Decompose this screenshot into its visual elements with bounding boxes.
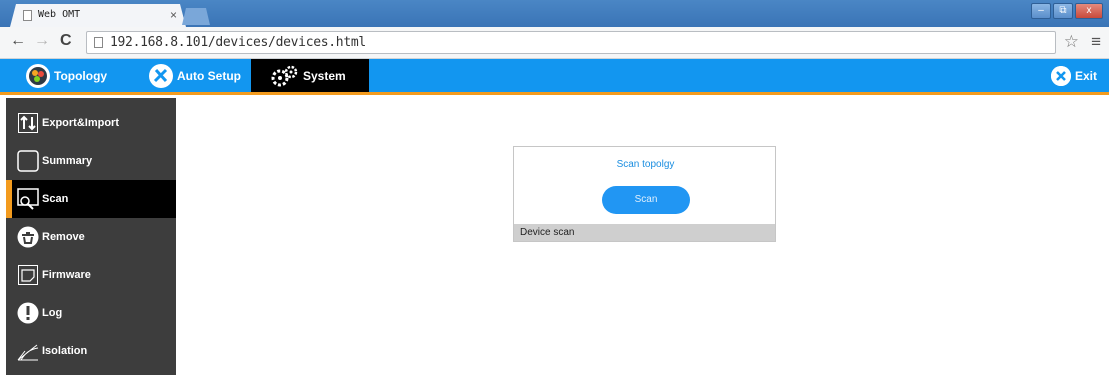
browser-tab-strip: Web OMT × – ⧉ x <box>0 0 1109 27</box>
sidebar-item-label: Log <box>42 307 63 319</box>
firmware-icon <box>16 264 40 286</box>
nav-auto-setup[interactable]: Auto Setup <box>149 59 241 92</box>
sidebar-item-isolation[interactable]: Isolation <box>6 332 176 370</box>
url-text[interactable]: 192.168.8.101/devices/devices.html <box>110 35 366 50</box>
reload-icon[interactable]: C <box>60 32 72 50</box>
sidebar-item-firmware[interactable]: Firmware <box>6 256 176 294</box>
topology-icon <box>26 63 50 88</box>
log-icon <box>16 302 40 324</box>
export-import-icon <box>16 112 40 134</box>
sidebar-item-log[interactable]: Log <box>6 294 176 332</box>
nav-topology-label: Topology <box>54 68 108 83</box>
tab-title: Web OMT <box>38 9 81 20</box>
window-controls: – ⧉ x <box>1031 3 1103 19</box>
menu-icon[interactable]: ≡ <box>1091 32 1101 52</box>
sidebar-item-summary[interactable]: Summary <box>6 142 176 180</box>
scan-panel: Scan topolgy Scan Device scan <box>513 146 776 242</box>
exit-icon <box>1050 65 1071 86</box>
scan-button[interactable]: Scan <box>602 186 690 214</box>
nav-auto-setup-label: Auto Setup <box>177 68 241 83</box>
remove-icon <box>16 226 40 248</box>
sidebar-item-label: Export&Import <box>42 117 119 129</box>
auto-setup-icon <box>149 63 173 88</box>
nav-system[interactable]: System <box>251 59 369 92</box>
isolation-icon <box>16 340 40 362</box>
app-top-bar: Topology Auto Setup System Exit <box>0 59 1109 95</box>
sidebar-item-remove[interactable]: Remove <box>6 218 176 256</box>
page-icon <box>94 37 103 48</box>
nav-topology[interactable]: Topology <box>26 59 107 92</box>
new-tab-button[interactable] <box>182 8 210 25</box>
sidebar-item-scan[interactable]: Scan <box>6 180 176 218</box>
bookmark-star-icon[interactable]: ☆ <box>1064 32 1079 52</box>
back-icon[interactable]: ← <box>10 32 26 50</box>
address-bar[interactable]: 192.168.8.101/devices/devices.html <box>86 31 1056 54</box>
maximize-button[interactable]: ⧉ <box>1053 3 1073 19</box>
sidebar: Export&Import Summary Scan Remove Firmwa… <box>6 98 176 375</box>
sidebar-item-label: Isolation <box>42 345 88 357</box>
forward-icon[interactable]: → <box>34 32 50 50</box>
summary-icon <box>16 150 40 172</box>
sidebar-item-label: Scan <box>42 193 69 205</box>
sidebar-item-export-import[interactable]: Export&Import <box>6 104 176 142</box>
page-icon <box>23 10 32 21</box>
close-window-button[interactable]: x <box>1075 3 1103 19</box>
sidebar-item-label: Summary <box>42 155 93 167</box>
tab-close-icon[interactable]: × <box>170 8 177 22</box>
sidebar-item-label: Firmware <box>42 269 91 281</box>
browser-toolbar: ← → C 192.168.8.101/devices/devices.html… <box>0 27 1109 59</box>
browser-tab[interactable]: Web OMT × <box>10 4 186 27</box>
scan-icon <box>16 188 40 210</box>
panel-footer: Device scan <box>514 224 775 241</box>
exit-button[interactable]: Exit <box>1050 59 1097 92</box>
sidebar-item-label: Remove <box>42 231 85 243</box>
panel-title: Scan topolgy <box>616 159 675 170</box>
minimize-button[interactable]: – <box>1031 3 1051 19</box>
exit-label: Exit <box>1074 68 1097 83</box>
nav-system-label: System <box>303 68 346 83</box>
gears-icon <box>271 64 299 88</box>
